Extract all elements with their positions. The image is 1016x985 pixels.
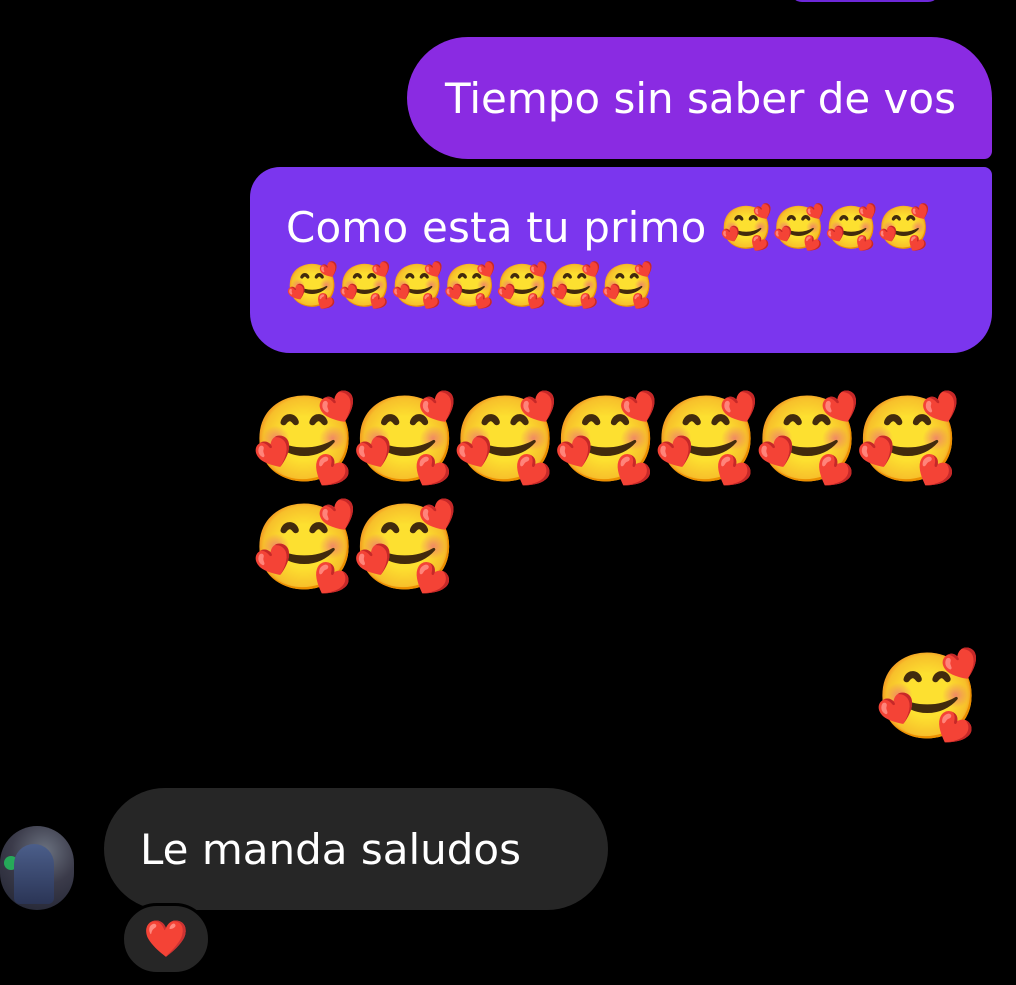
avatar[interactable] [0,826,74,910]
previous-message-bubble-edge[interactable] [790,0,940,2]
emoji-text: 🥰🥰🥰🥰🥰🥰🥰🥰🥰 [252,390,960,596]
chat-thread: Tiempo sin saber de vos Como esta tu pri… [0,0,1016,985]
outgoing-message-bubble[interactable]: Tiempo sin saber de vos [406,37,992,159]
outgoing-emoji-message[interactable]: 🥰 [875,642,980,750]
incoming-message-bubble[interactable]: Le manda saludos [104,788,608,910]
emoji-text: 🥰 [875,647,980,745]
message-text: Le manda saludos [140,825,522,874]
outgoing-emoji-message[interactable]: 🥰🥰🥰🥰🥰🥰🥰🥰🥰 [252,385,1012,601]
avatar-photo-figure [14,844,54,904]
outgoing-message-bubble[interactable]: Como esta tu primo 🥰🥰🥰🥰🥰🥰🥰🥰🥰🥰🥰 [250,167,992,353]
reaction-badge[interactable]: ❤️ [121,903,211,975]
message-text: Como esta tu primo 🥰🥰🥰🥰🥰🥰🥰🥰🥰🥰🥰 [286,203,931,310]
heart-icon: ❤️ [143,919,189,960]
message-text: Tiempo sin saber de vos [444,74,956,123]
